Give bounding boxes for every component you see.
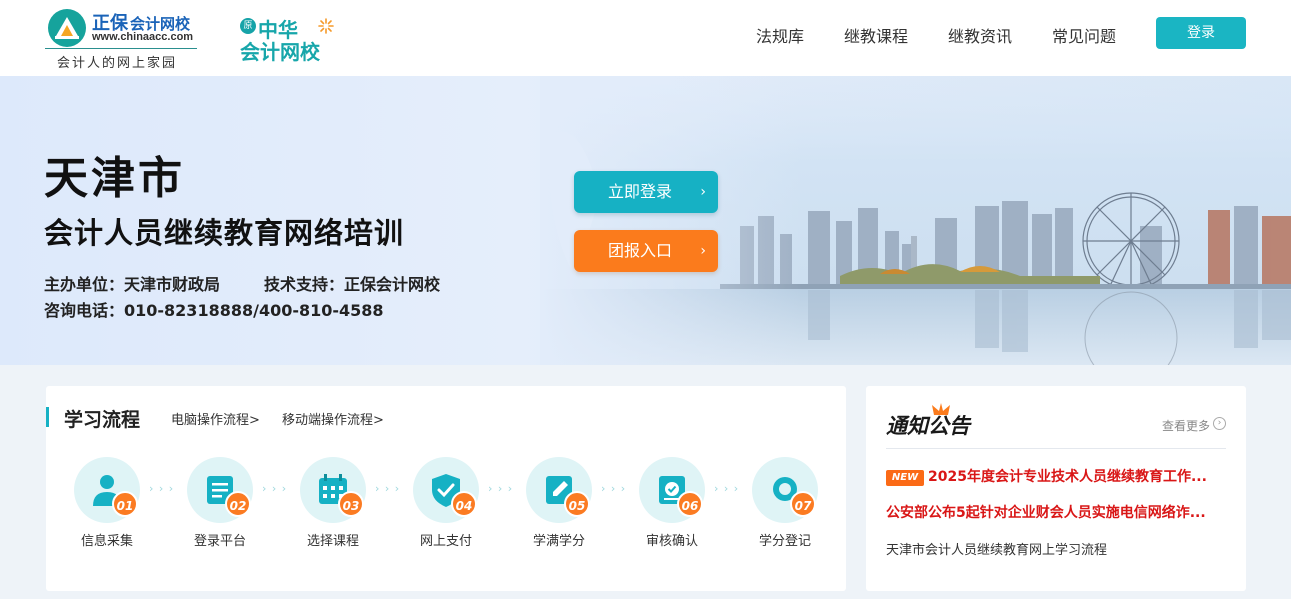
step-label: 登录平台 xyxy=(193,534,246,549)
study-flow-title: 学习流程 xyxy=(64,409,141,431)
group-entry-button[interactable]: 团报入口 › xyxy=(574,230,718,272)
step-number: 06 xyxy=(677,491,703,517)
logo-divider xyxy=(45,48,197,49)
notice-item[interactable]: NEW 2025年度会计专业技术人员继续教育工作... xyxy=(886,466,1226,486)
chevron-right-icon: › xyxy=(700,184,706,200)
step-number: 01 xyxy=(112,491,138,517)
step-arrow-icon: › › › xyxy=(375,482,401,495)
sparkle-icon xyxy=(932,403,950,415)
study-flow-card: 学习流程 电脑操作流程> 移动端操作流程> 01 信息采集 › › › 02 登… xyxy=(46,386,846,591)
chevron-right-icon: › xyxy=(700,243,706,259)
hero-tech-support: 技术支持：正保会计网校 xyxy=(264,275,441,294)
flow-step-select-course[interactable]: 03 选择课程 xyxy=(293,457,373,557)
notice-card: 通知公告 查看更多 › NEW 2025年度会计专业技术人员继续教育工作... 公… xyxy=(866,386,1246,591)
hero-city-title: 天津市 xyxy=(44,153,185,204)
nav-news[interactable]: 继教资讯 xyxy=(948,23,1012,47)
step-arrow-icon: › › › xyxy=(714,482,740,495)
chevron-right-icon[interactable]: › xyxy=(1213,417,1226,430)
step-label: 网上支付 xyxy=(419,534,472,549)
notice-item[interactable]: 公安部公布5起针对企业财会人员实施电信网络诈... xyxy=(886,502,1226,522)
nav-regulations[interactable]: 法规库 xyxy=(756,23,804,47)
group-entry-label: 团报入口 xyxy=(608,241,673,260)
notice-divider xyxy=(886,448,1226,449)
step-arrow-icon: › › › xyxy=(488,482,514,495)
logo-slogan: 会计人的网上家园 xyxy=(57,56,178,71)
step-number: 07 xyxy=(790,491,816,517)
notice-title: 通知公告 xyxy=(886,413,970,438)
step-label: 学分登记 xyxy=(758,534,811,549)
hero-banner: 天津市 会计人员继续教育网络培训 主办单位：天津市财政局 技术支持：正保会计网校… xyxy=(0,76,1291,365)
step-label: 审核确认 xyxy=(645,534,698,549)
new-badge: NEW xyxy=(886,470,924,486)
header-login-button[interactable]: 登录 xyxy=(1156,17,1246,49)
flow-step-review[interactable]: 06 审核确认 xyxy=(632,457,712,557)
partner-badge: 原 xyxy=(240,18,256,34)
step-label: 信息采集 xyxy=(80,534,133,549)
hero-organizer: 主办单位：天津市财政局 xyxy=(44,275,221,294)
login-now-button[interactable]: 立即登录 › xyxy=(574,171,718,213)
step-arrow-icon: › › › xyxy=(149,482,175,495)
logo-emblem-icon[interactable] xyxy=(47,8,87,48)
step-arrow-icon: › › › xyxy=(601,482,627,495)
flow-step-login[interactable]: 02 登录平台 xyxy=(180,457,260,557)
notice-item-text: 2025年度会计专业技术人员继续教育工作... xyxy=(928,469,1207,485)
step-arrow-icon: › › › xyxy=(262,482,288,495)
city-skyline-image xyxy=(540,76,1291,365)
notice-item-text: 公安部公布5起针对企业财会人员实施电信网络诈... xyxy=(886,505,1206,521)
flow-step-info-collection[interactable]: 01 信息采集 xyxy=(67,457,147,557)
notice-item-text: 天津市会计人员继续教育网上学习流程 xyxy=(886,543,1108,558)
view-more-link[interactable]: 查看更多 xyxy=(1162,417,1210,434)
step-label: 学满学分 xyxy=(532,534,585,549)
step-number: 04 xyxy=(451,491,477,517)
nav-courses[interactable]: 继教课程 xyxy=(844,23,908,47)
notice-item[interactable]: 天津市会计人员继续教育网上学习流程 xyxy=(886,539,1226,558)
sparkle-icon xyxy=(318,18,334,34)
logo-url: www.chinaacc.com xyxy=(92,31,194,43)
step-number: 05 xyxy=(564,491,590,517)
partner-logo-line2: 会计网校 xyxy=(240,40,320,64)
hero-hotline: 咨询电话：010-82318888/400-810-4588 xyxy=(44,301,384,320)
pc-guide-link[interactable]: 电脑操作流程> xyxy=(171,409,260,428)
flow-step-credits[interactable]: 05 学满学分 xyxy=(519,457,599,557)
top-header: 正保 会计网校 www.chinaacc.com 会计人的网上家园 原 中华 会计… xyxy=(0,0,1291,76)
hero-subtitle: 会计人员继续教育网络培训 xyxy=(44,216,405,250)
section-accent-bar xyxy=(46,407,49,427)
login-now-label: 立即登录 xyxy=(608,182,673,201)
nav-faq[interactable]: 常见问题 xyxy=(1052,23,1116,47)
step-label: 选择课程 xyxy=(306,534,359,549)
mobile-guide-link[interactable]: 移动端操作流程> xyxy=(282,409,384,428)
step-number: 02 xyxy=(225,491,251,517)
flow-step-credit-registration[interactable]: 07 学分登记 xyxy=(745,457,825,557)
step-number: 03 xyxy=(338,491,364,517)
flow-step-payment[interactable]: 04 网上支付 xyxy=(406,457,486,557)
